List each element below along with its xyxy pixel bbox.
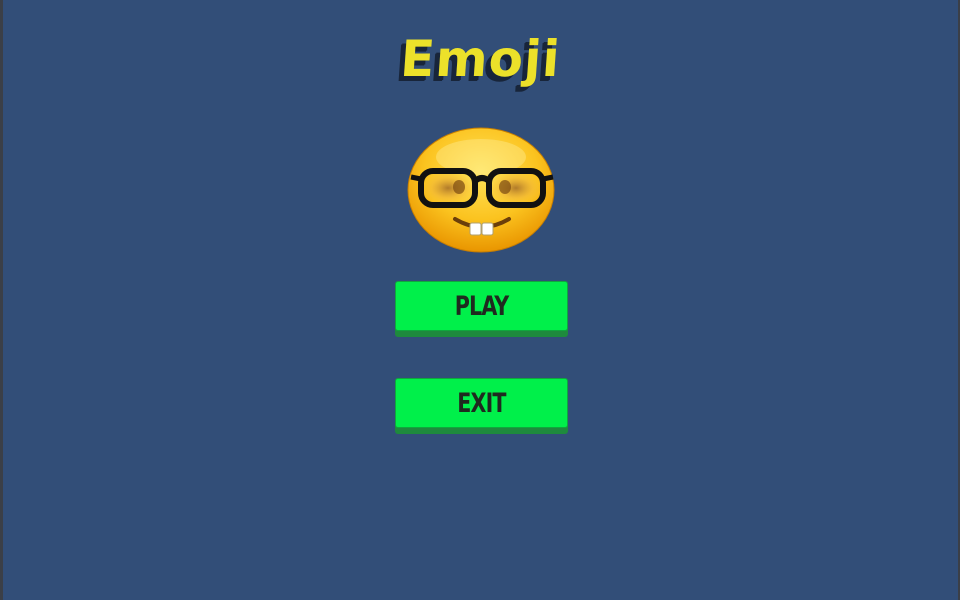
main-menu-screen: Emoji PLAY EXIT xyxy=(0,0,960,600)
exit-button-label: EXIT xyxy=(457,387,506,419)
exit-button[interactable]: EXIT xyxy=(395,378,568,428)
play-button[interactable]: PLAY xyxy=(395,281,568,331)
nerd-face-icon xyxy=(407,127,557,257)
play-button-label: PLAY xyxy=(454,290,509,322)
game-title: Emoji xyxy=(398,30,563,88)
